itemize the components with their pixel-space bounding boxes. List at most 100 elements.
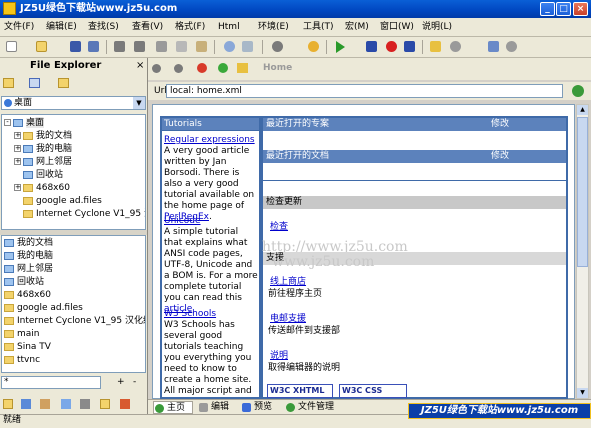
replace-icon[interactable] <box>242 41 253 52</box>
scroll-up-arrow[interactable]: ▲ <box>577 105 588 115</box>
file-explorer-close-button[interactable]: × <box>136 60 144 71</box>
menu-view[interactable]: 查看(V) <box>132 21 163 33</box>
tab-home[interactable]: 主页 <box>153 401 193 414</box>
menu-format[interactable]: 格式(F) <box>175 21 205 33</box>
wand-icon[interactable] <box>488 41 499 52</box>
browser-icon[interactable] <box>308 41 319 52</box>
url-input[interactable]: local: home.xml <box>166 84 563 98</box>
menu-help[interactable]: 说明(L) <box>422 21 452 33</box>
clipboard-icon[interactable] <box>120 399 130 409</box>
pen-icon[interactable] <box>61 399 71 409</box>
forward-icon[interactable] <box>174 64 183 73</box>
tree-node[interactable]: + 网上邻居 <box>14 156 72 168</box>
folder-icon[interactable] <box>100 399 110 409</box>
tag-icon[interactable] <box>450 41 461 52</box>
menu-window[interactable]: 窗口(W) <box>380 21 414 33</box>
tutorial-link-unicode[interactable]: Unicode <box>164 216 201 227</box>
home-icon[interactable] <box>237 63 248 73</box>
modify-projects-link[interactable]: 修改 <box>491 118 509 131</box>
scroll-down-arrow[interactable]: ▼ <box>577 388 588 398</box>
list-item[interactable]: Internet Cyclone V1_95 汉化绿色 <box>4 315 145 327</box>
back-icon[interactable] <box>152 64 161 73</box>
chevron-down-icon[interactable]: ▼ <box>133 97 145 109</box>
collapse-icon[interactable]: - <box>4 119 11 126</box>
menu-search[interactable]: 查找(S) <box>88 21 119 33</box>
menu-edit[interactable]: 编辑(E) <box>46 21 77 33</box>
list-item[interactable]: main <box>4 328 40 340</box>
list-item[interactable]: Sina TV <box>4 341 51 353</box>
close-button[interactable]: × <box>573 2 588 16</box>
expand-icon[interactable]: + <box>14 158 21 165</box>
expand-icon[interactable]: + <box>14 184 21 191</box>
folder-icon[interactable] <box>3 399 13 409</box>
location-combo[interactable]: 桌面 ▼ <box>1 96 146 110</box>
list-item[interactable]: google ad.files <box>4 302 83 314</box>
book-icon[interactable] <box>80 399 90 409</box>
maximize-button[interactable]: □ <box>556 2 571 16</box>
menu-macro[interactable]: 宏(M) <box>345 21 369 33</box>
tree-node[interactable]: google ad.files <box>14 195 102 207</box>
refresh-icon[interactable] <box>218 63 228 73</box>
play-macro-icon[interactable] <box>336 41 345 53</box>
tree-node[interactable]: + 我的文档 <box>14 130 72 142</box>
tree-node[interactable]: 回收站 <box>14 169 63 181</box>
find-icon[interactable] <box>224 41 235 52</box>
folder-up-icon[interactable] <box>3 78 14 88</box>
modify-docs-link[interactable]: 修改 <box>491 150 509 163</box>
cut-icon[interactable] <box>156 41 167 52</box>
tree-node[interactable]: Internet Cyclone V1_95 汉化绿色 <box>14 208 145 220</box>
tutorial-link-w3schools[interactable]: W3 Schools <box>164 309 216 320</box>
home-label[interactable]: Home <box>263 63 292 73</box>
menu-html[interactable]: Html <box>218 21 240 33</box>
list-item[interactable]: 我的电脑 <box>4 250 53 262</box>
tab-edit[interactable]: 编辑 <box>198 401 229 414</box>
go-icon[interactable] <box>572 85 584 97</box>
list-item[interactable]: 网上邻居 <box>4 263 53 275</box>
minimize-button[interactable]: _ <box>540 2 555 16</box>
expand-icon[interactable]: + <box>14 132 21 139</box>
file-icon[interactable] <box>21 399 31 409</box>
save-all-icon[interactable] <box>88 41 99 52</box>
undo-icon[interactable] <box>114 41 125 52</box>
file-filter-input[interactable]: * <box>1 376 101 389</box>
remove-filter-button[interactable]: - <box>133 377 136 387</box>
system-folder-icon <box>4 264 14 273</box>
tab-preview[interactable]: 预览 <box>241 401 272 414</box>
macro-list-icon[interactable] <box>404 41 415 52</box>
list-item[interactable]: 我的文档 <box>4 237 53 249</box>
record-macro-icon[interactable] <box>386 41 397 52</box>
function-icon[interactable] <box>506 41 517 52</box>
parent-folder-icon[interactable] <box>58 78 69 88</box>
menu-file[interactable]: 文件(F) <box>4 21 34 33</box>
new-file-icon[interactable] <box>6 41 17 52</box>
scroll-thumb[interactable] <box>577 117 588 267</box>
check-link[interactable]: 检查 <box>270 219 288 232</box>
copy-icon[interactable] <box>176 41 187 52</box>
list-item[interactable]: ttvnc <box>4 354 40 366</box>
list-item[interactable]: 回收站 <box>4 276 44 288</box>
pencil-icon[interactable] <box>430 41 441 52</box>
w3c-xhtml-badge[interactable]: W3C XHTML 1.0 <box>267 384 333 407</box>
stop-icon[interactable] <box>197 63 207 73</box>
clip-icon[interactable] <box>40 399 50 409</box>
tree-node[interactable]: +468x60 <box>14 182 70 194</box>
tree-node[interactable]: + 我的电脑 <box>14 143 72 155</box>
settings-icon[interactable] <box>272 41 283 52</box>
menu-tools[interactable]: 工具(T) <box>303 21 334 33</box>
open-folder-icon[interactable] <box>36 41 47 52</box>
redo-icon[interactable] <box>134 41 145 52</box>
list-item[interactable]: 468x60 <box>4 289 51 301</box>
tree-node[interactable]: - 桌面 <box>4 117 45 129</box>
stop-macro-icon[interactable] <box>366 41 377 52</box>
view-mode-icon[interactable] <box>29 78 40 88</box>
expand-icon[interactable]: + <box>14 145 21 152</box>
w3c-css-badge[interactable]: W3C CSS <box>339 384 407 398</box>
tutorial-link-regex[interactable]: Regular expressions <box>164 135 255 146</box>
add-filter-button[interactable]: + <box>117 377 125 387</box>
tab-file-manager[interactable]: 文件管理 <box>285 401 334 414</box>
save-icon[interactable] <box>70 41 81 52</box>
list-item-label: Internet Cyclone V1_95 汉化绿色 <box>17 316 145 326</box>
menu-environment[interactable]: 环境(E) <box>258 21 289 33</box>
vertical-scrollbar[interactable]: ▲ ▼ <box>576 104 589 399</box>
paste-icon[interactable] <box>196 41 207 52</box>
